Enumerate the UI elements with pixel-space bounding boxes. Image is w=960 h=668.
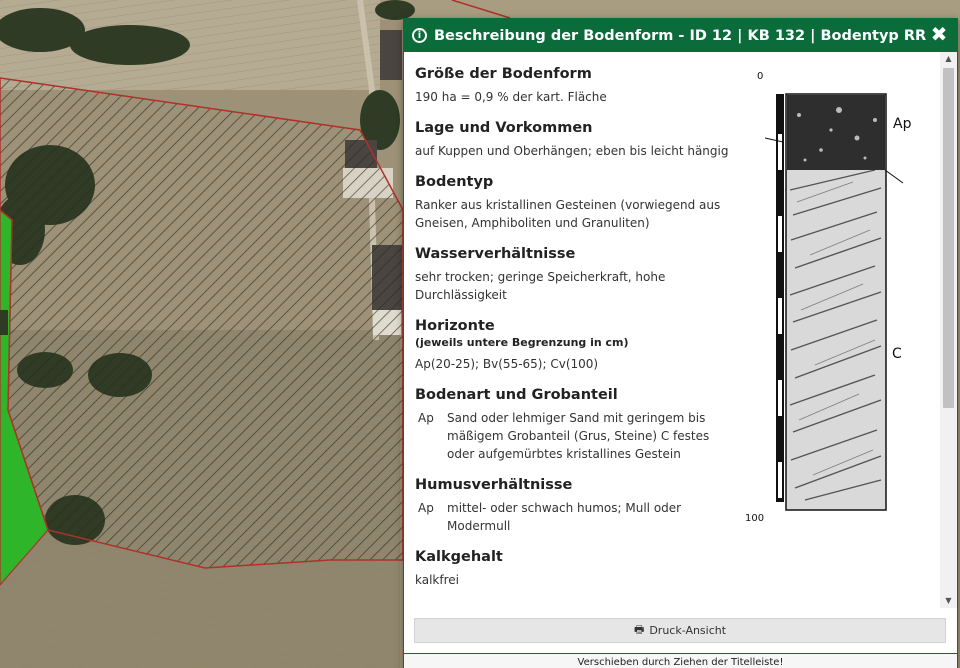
heading-groesse: Größe der Bodenform	[415, 66, 592, 82]
scroll-up-arrow-icon[interactable]: ▲	[940, 52, 957, 66]
heading-humus: Humusverhältnisse	[415, 477, 573, 493]
text-bodenart: Sand oder lehmiger Sand mit geringem bis…	[447, 411, 710, 461]
profile-label-c: C	[892, 346, 902, 362]
horizon-key: Ap	[418, 501, 434, 515]
text-horizonte: Ap(20-25); Bv(55-65); Cv(100)	[415, 357, 599, 371]
subheading-horizonte: (jeweils untere Begrenzung in cm)	[415, 336, 629, 349]
scrollbar-thumb[interactable]	[943, 68, 954, 408]
soil-profile-image: 0 Ap C 100	[735, 70, 931, 540]
hatched-soil-polygon	[0, 77, 404, 569]
soil-description-popup[interactable]: i Beschreibung der Bodenform - ID 12 | K…	[403, 18, 958, 668]
text-lage: auf Kuppen und Oberhängen; eben bis leic…	[415, 144, 729, 158]
heading-horizonte: Horizonte	[415, 318, 495, 334]
print-view-label: Druck-Ansicht	[649, 624, 727, 637]
popup-titlebar[interactable]: i Beschreibung der Bodenform - ID 12 | K…	[404, 19, 957, 52]
popup-title: Beschreibung der Bodenform - ID 12 | KB …	[434, 27, 927, 44]
heading-bodenart: Bodenart und Grobanteil	[415, 387, 618, 403]
text-kalk: kalkfrei	[415, 573, 459, 587]
profile-bottom-label: 100	[745, 513, 764, 524]
close-icon[interactable]: ✖	[928, 22, 950, 46]
heading-kalk: Kalkgehalt	[415, 549, 503, 565]
content-scrollbar[interactable]: ▲ ▼	[940, 52, 957, 608]
horizon-key: Ap	[418, 411, 434, 425]
text-groesse: 190 ha = 0,9 % der kart. Fläche	[415, 90, 607, 104]
drag-hint-footer: Verschieben durch Ziehen der Titelleiste…	[404, 653, 957, 668]
scroll-down-arrow-icon[interactable]: ▼	[940, 594, 957, 608]
text-wasser: sehr trocken; geringe Speicherkraft, hoh…	[415, 270, 666, 302]
info-icon: i	[412, 28, 427, 43]
heading-wasser: Wasserverhältnisse	[415, 246, 576, 262]
soil-text-column: Größe der Bodenform 190 ha = 0,9 % der k…	[415, 52, 733, 589]
print-view-button[interactable]: 🖶 Druck-Ansicht	[414, 618, 946, 643]
heading-lage: Lage und Vorkommen	[415, 120, 593, 136]
heading-bodentyp: Bodentyp	[415, 174, 494, 190]
popup-content[interactable]: Größe der Bodenform 190 ha = 0,9 % der k…	[404, 52, 957, 608]
profile-label-ap: Ap	[893, 116, 912, 132]
row-humus: Ap mittel- oder schwach humos; Mull oder…	[415, 499, 733, 535]
text-bodentyp: Ranker aus kristallinen Gesteinen (vorwi…	[415, 198, 721, 230]
text-humus: mittel- oder schwach humos; Mull oder Mo…	[447, 501, 682, 533]
profile-top-label: 0	[757, 71, 763, 82]
printer-icon: 🖶	[633, 623, 645, 636]
row-bodenart: Ap Sand oder lehmiger Sand mit geringem …	[415, 409, 733, 463]
